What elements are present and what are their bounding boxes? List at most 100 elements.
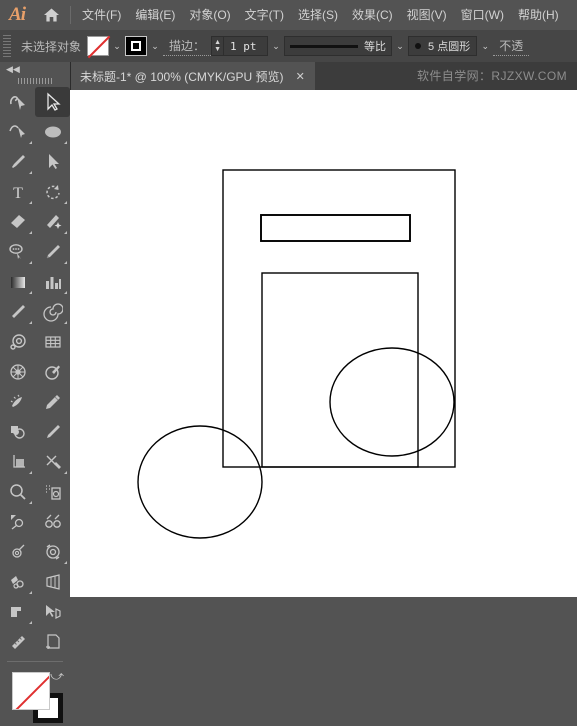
stroke-swatch[interactable] xyxy=(125,36,148,56)
ai-logo-icon: Ai xyxy=(9,4,26,25)
color-controls: ⤻ xyxy=(0,666,70,726)
menu-view[interactable]: 视图(V) xyxy=(400,0,454,30)
tool-live-paint[interactable] xyxy=(0,357,35,387)
artboard-canvas[interactable] xyxy=(70,90,577,597)
collapse-panel-icon[interactable]: ◀◀ xyxy=(6,64,20,74)
tool-twirl[interactable] xyxy=(35,507,70,537)
control-bar-grip[interactable] xyxy=(3,35,11,57)
flyout-triangle-icon xyxy=(29,321,32,324)
menu-edit[interactable]: 编辑(E) xyxy=(128,0,182,30)
tool-rotate[interactable] xyxy=(35,177,70,207)
tool-paintbrush-alt[interactable] xyxy=(35,417,70,447)
menu-effect[interactable]: 效果(C) xyxy=(345,0,400,30)
stroke-dropdown-caret[interactable]: ⌄ xyxy=(147,36,163,56)
tool-mesh[interactable] xyxy=(0,597,35,627)
document-tab-bar: 未标题-1* @ 100% (CMYK/GPU 预览) ✕ 软件自学网：RJZX… xyxy=(0,62,577,91)
fill-color-swatch[interactable] xyxy=(12,672,50,710)
menu-file[interactable]: 文件(F) xyxy=(75,0,128,30)
middle-rectangle[interactable] xyxy=(261,272,419,468)
stroke-profile-caret[interactable]: ⌄ xyxy=(392,36,408,56)
tool-measure[interactable] xyxy=(0,627,35,657)
tool-curvature[interactable] xyxy=(0,117,35,147)
tool-symbol-shifter[interactable] xyxy=(0,567,35,597)
tool-symbol-sprayer[interactable] xyxy=(0,387,35,417)
tool-column-graph[interactable] xyxy=(35,267,70,297)
tool-perspective[interactable] xyxy=(35,567,70,597)
tool-type[interactable]: T xyxy=(0,177,35,207)
flyout-triangle-icon xyxy=(29,291,32,294)
flyout-triangle-icon xyxy=(64,201,67,204)
document-tab[interactable]: 未标题-1* @ 100% (CMYK/GPU 预览) ✕ xyxy=(70,62,315,90)
profile-preview-icon xyxy=(290,44,359,48)
stroke-profile-select[interactable]: 等比 xyxy=(284,36,393,56)
fill-swatch[interactable] xyxy=(87,36,110,56)
tool-zoom[interactable] xyxy=(0,477,35,507)
fill-dropdown-caret[interactable]: ⌄ xyxy=(109,36,125,56)
stepper-down-icon: ▼ xyxy=(214,46,221,53)
tool-eraser[interactable] xyxy=(0,207,35,237)
tool-slice[interactable] xyxy=(35,447,70,477)
tool-grid: T xyxy=(0,87,70,657)
flyout-triangle-icon xyxy=(29,231,32,234)
tool-magic-wand[interactable] xyxy=(35,207,70,237)
watermark-text: 软件自学网：RJZXW.COM xyxy=(417,69,567,83)
flyout-triangle-icon xyxy=(64,561,67,564)
tool-blob-brush[interactable] xyxy=(35,357,70,387)
flyout-triangle-icon xyxy=(64,261,67,264)
brush-definition-caret[interactable]: ⌄ xyxy=(477,36,493,56)
flyout-triangle-icon xyxy=(64,321,67,324)
stroke-weight-stepper[interactable]: ▲ ▼ xyxy=(211,36,225,56)
brush-preview-icon xyxy=(415,43,422,49)
flyout-triangle-icon xyxy=(29,591,32,594)
tool-gradient[interactable] xyxy=(0,267,35,297)
left-note-circle[interactable] xyxy=(137,425,263,539)
svg-text:T: T xyxy=(13,185,23,202)
inner-bar-rectangle[interactable] xyxy=(260,214,411,242)
menu-object[interactable]: 对象(O) xyxy=(182,0,237,30)
tool-perspective-grid[interactable] xyxy=(35,327,70,357)
tool-shaper[interactable] xyxy=(0,87,35,117)
control-bar: 未选择对象 ⌄ ⌄ 描边： ▲ ▼ 1 pt ⌄ 等比 ⌄ 5 点圆形 ⌄ 不透 xyxy=(0,30,577,63)
tool-pen[interactable] xyxy=(35,237,70,267)
tools-panel: ◀◀ T ⤻ xyxy=(0,62,71,723)
flyout-triangle-icon xyxy=(29,201,32,204)
tool-artboard[interactable] xyxy=(0,447,35,477)
menu-window[interactable]: 窗口(W) xyxy=(454,0,511,30)
tool-shape-builder[interactable] xyxy=(0,417,35,447)
tool-symbol-3d[interactable] xyxy=(35,597,70,627)
tool-scale[interactable] xyxy=(0,507,35,537)
menu-help[interactable]: 帮助(H) xyxy=(511,0,566,30)
close-icon[interactable]: ✕ xyxy=(296,70,305,83)
flyout-triangle-icon xyxy=(64,231,67,234)
tool-spiral[interactable] xyxy=(35,297,70,327)
tool-rotate-3d[interactable] xyxy=(0,327,35,357)
flyout-triangle-icon xyxy=(29,141,32,144)
brush-definition-select[interactable]: 5 点圆形 xyxy=(408,36,478,56)
flyout-triangle-icon xyxy=(29,171,32,174)
selection-status: 未选择对象 xyxy=(21,39,82,54)
tool-print-tiling[interactable] xyxy=(35,477,70,507)
tool-new-artboard[interactable] xyxy=(35,627,70,657)
tool-ellipse[interactable] xyxy=(35,117,70,147)
tools-panel-header: ◀◀ xyxy=(0,62,70,76)
menu-type[interactable]: 文字(T) xyxy=(238,0,291,30)
tool-paintbrush[interactable] xyxy=(0,147,35,177)
stroke-weight-label[interactable]: 描边： xyxy=(163,37,212,56)
tool-pencil[interactable] xyxy=(35,387,70,417)
tool-free-transform[interactable] xyxy=(0,537,35,567)
tool-eyedropper[interactable] xyxy=(0,297,35,327)
opacity-label[interactable]: 不透 xyxy=(493,37,530,56)
stroke-weight-caret[interactable]: ⌄ xyxy=(268,36,284,56)
swap-fill-stroke-icon[interactable]: ⤻ xyxy=(50,668,64,684)
menu-select[interactable]: 选择(S) xyxy=(291,0,345,30)
tool-reshape[interactable] xyxy=(35,537,70,567)
right-note-circle[interactable] xyxy=(329,347,455,457)
stroke-weight-input[interactable]: 1 pt xyxy=(224,36,269,56)
tool-selection[interactable] xyxy=(35,87,70,117)
brush-definition-value: 5 点圆形 xyxy=(428,41,471,53)
illustrator-window: Ai 文件(F) 编辑(E) 对象(O) 文字(T) 选择(S) 效果(C) 视… xyxy=(0,0,577,723)
tools-panel-grip[interactable] xyxy=(18,78,52,84)
home-icon[interactable] xyxy=(34,0,68,30)
tool-lasso[interactable] xyxy=(0,237,35,267)
tool-direct-selection[interactable] xyxy=(35,147,70,177)
